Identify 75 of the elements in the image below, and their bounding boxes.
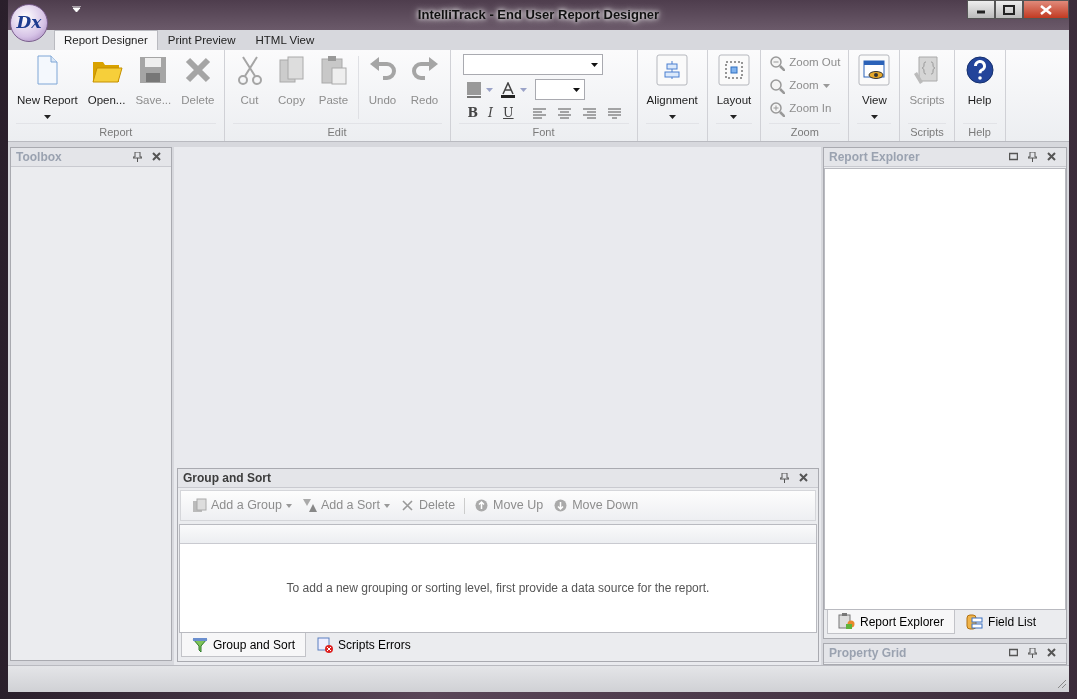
close-button[interactable] (1023, 0, 1069, 19)
alignment-icon (656, 54, 689, 86)
pin-icon (133, 152, 142, 162)
zoom-in-icon (769, 100, 786, 117)
ribbon-tab[interactable]: HTML View (245, 30, 325, 50)
underline-button[interactable]: U (498, 104, 519, 123)
ribbon-tab[interactable]: Report Designer (54, 30, 158, 50)
close-icon (152, 152, 161, 162)
close-icon (1047, 648, 1056, 658)
panel-title: Toolbox (16, 149, 63, 166)
group-caption: Report (16, 123, 216, 141)
panel-tab[interactable]: Scripts Errors (306, 633, 422, 657)
maximize-button[interactable] (995, 0, 1023, 19)
close-icon (799, 473, 808, 483)
maximize-icon (1002, 4, 1016, 15)
funnel-icon (192, 636, 208, 653)
pin-icon (780, 473, 789, 483)
clipboard-icon (838, 613, 855, 630)
help-icon (963, 54, 996, 86)
highlight-icon (466, 81, 493, 98)
justify-icon (607, 107, 621, 119)
caret-icon (822, 83, 830, 88)
group-caption: Edit (232, 123, 442, 141)
sort-icon (301, 498, 317, 513)
ribbon-button[interactable]: Layout (711, 54, 757, 120)
group-caption: Font (458, 123, 629, 141)
panel-title: Report Explorer (829, 149, 921, 166)
ribbon-button[interactable]: Alignment (641, 54, 703, 120)
maximize-icon (1009, 152, 1018, 162)
resize-grip-icon[interactable] (1055, 677, 1067, 689)
app-logo[interactable]: Dx (10, 4, 48, 42)
ribbon-button[interactable]: Help (958, 54, 1001, 110)
delete-icon (399, 498, 415, 513)
panel-tab[interactable]: Report Explorer (827, 610, 956, 634)
empty-message: To add a new grouping or sorting level, first provide a data source for the report. (286, 580, 710, 597)
align-center-icon (557, 107, 571, 119)
group-caption: Zoom (769, 123, 841, 141)
group-caption: Help (962, 123, 997, 141)
ribbon-button[interactable]: New Report (12, 54, 83, 120)
minimize-button[interactable] (967, 0, 995, 19)
ribbon-button[interactable]: Open... (82, 54, 131, 110)
close-icon (1039, 4, 1053, 15)
bold-button[interactable]: B (462, 104, 484, 123)
add-group-icon (192, 498, 207, 513)
caret-icon (383, 503, 390, 508)
caret-icon (668, 115, 676, 120)
ribbon-button[interactable]: View (853, 54, 896, 120)
group-caption: Scripts (908, 123, 946, 141)
align-left-icon (532, 107, 546, 119)
ribbon-tab[interactable]: Print Preview (157, 30, 246, 50)
quick-access-dropdown-icon[interactable] (72, 6, 81, 12)
panel-tab[interactable]: Field List (955, 610, 1048, 634)
panel-title: Property Grid (829, 645, 908, 662)
window-title: IntelliTrack - End User Report Designer (417, 6, 660, 25)
layout-icon (718, 54, 750, 86)
maximize-icon (1009, 648, 1018, 658)
caret-icon (870, 115, 878, 120)
caret-icon (590, 62, 598, 67)
caret-icon (730, 115, 738, 120)
database-form-icon (966, 613, 984, 631)
caret-icon (43, 115, 51, 120)
font-color-icon (500, 81, 527, 98)
caret-icon (285, 503, 292, 508)
magnifier-icon (769, 77, 786, 94)
script-error-icon (317, 637, 334, 653)
pin-icon (1028, 648, 1037, 658)
close-icon (1047, 152, 1056, 162)
align-right-icon (582, 107, 596, 119)
window-eye-icon (858, 54, 891, 86)
caret-icon (572, 87, 580, 92)
pin-icon (1028, 152, 1037, 162)
zoom-out-icon (769, 54, 786, 71)
italic-button[interactable]: I (483, 104, 499, 123)
panel-title: Group and Sort (183, 470, 272, 487)
panel-tab[interactable]: Group and Sort (181, 633, 307, 657)
